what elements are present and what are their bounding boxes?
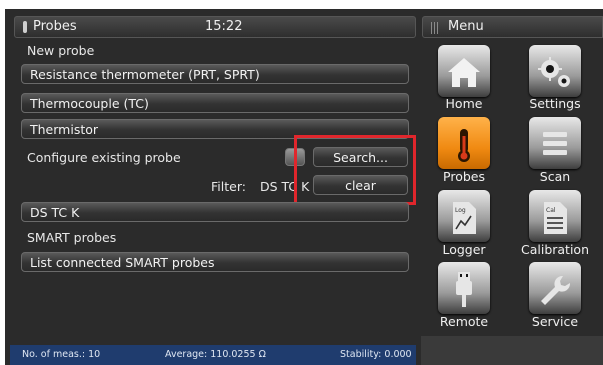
thermometer-icon xyxy=(458,129,470,162)
meas-count: No. of meas.: 10 xyxy=(22,349,101,360)
settings-tile[interactable] xyxy=(529,45,581,97)
configure-probe-label: Configure existing probe xyxy=(27,150,181,165)
probe-result-ds-tc-k[interactable]: DS TC K xyxy=(21,202,409,222)
service-tile[interactable] xyxy=(529,262,581,314)
svg-text:Log: Log xyxy=(455,207,466,214)
thermocouple-button[interactable]: Thermocouple (TC) xyxy=(21,93,409,113)
usb-plug-icon xyxy=(456,272,472,307)
calibration-label: Calibration xyxy=(520,242,589,257)
menu-title: Menu xyxy=(448,19,484,34)
menu-bar: Menu xyxy=(422,16,603,38)
page-title: Probes xyxy=(33,19,77,34)
scan-tile[interactable] xyxy=(529,117,581,169)
service-label: Service xyxy=(531,314,579,329)
log-icon: Log xyxy=(453,202,476,234)
title-bar: Probes 15:22 xyxy=(14,16,416,38)
remote-tile[interactable] xyxy=(438,262,490,314)
home-label: Home xyxy=(445,96,483,111)
average-value: Average: 110.0255 Ω xyxy=(165,349,266,360)
wrench-icon xyxy=(541,275,571,305)
device-screen: Probes 15:22 New probe Resistance thermo… xyxy=(5,9,603,365)
home-icon xyxy=(448,58,480,87)
status-bar: No. of meas.: 10 Average: 110.0255 Ω Sta… xyxy=(10,345,416,365)
probes-tile[interactable] xyxy=(438,117,490,169)
prt-sprt-button[interactable]: Resistance thermometer (PRT, SPRT) xyxy=(21,64,409,84)
remote-label: Remote xyxy=(439,314,489,329)
new-probe-label: New probe xyxy=(27,43,95,58)
filter-label: Filter: xyxy=(211,179,246,194)
highlight-box xyxy=(294,135,416,205)
right-status-area xyxy=(421,336,603,365)
calibration-tile[interactable]: Cal xyxy=(529,190,581,242)
settings-label: Settings xyxy=(529,96,581,111)
grip-icon xyxy=(431,22,439,34)
cal-icon: Cal xyxy=(544,202,567,234)
probes-label: Probes xyxy=(443,169,485,184)
smart-probes-label: SMART probes xyxy=(27,230,117,245)
gears-icon xyxy=(538,57,570,87)
logger-label: Logger xyxy=(442,242,486,257)
clock: 15:22 xyxy=(205,19,243,34)
list-icon xyxy=(543,132,567,155)
home-tile[interactable] xyxy=(438,45,490,97)
logger-tile[interactable]: Log xyxy=(438,190,490,242)
list-smart-probes-button[interactable]: List connected SMART probes xyxy=(21,252,409,272)
svg-text:Cal: Cal xyxy=(546,207,556,214)
probe-icon xyxy=(23,21,27,33)
scan-label: Scan xyxy=(539,169,571,184)
stability-value: Stability: 0.000 xyxy=(340,349,412,360)
